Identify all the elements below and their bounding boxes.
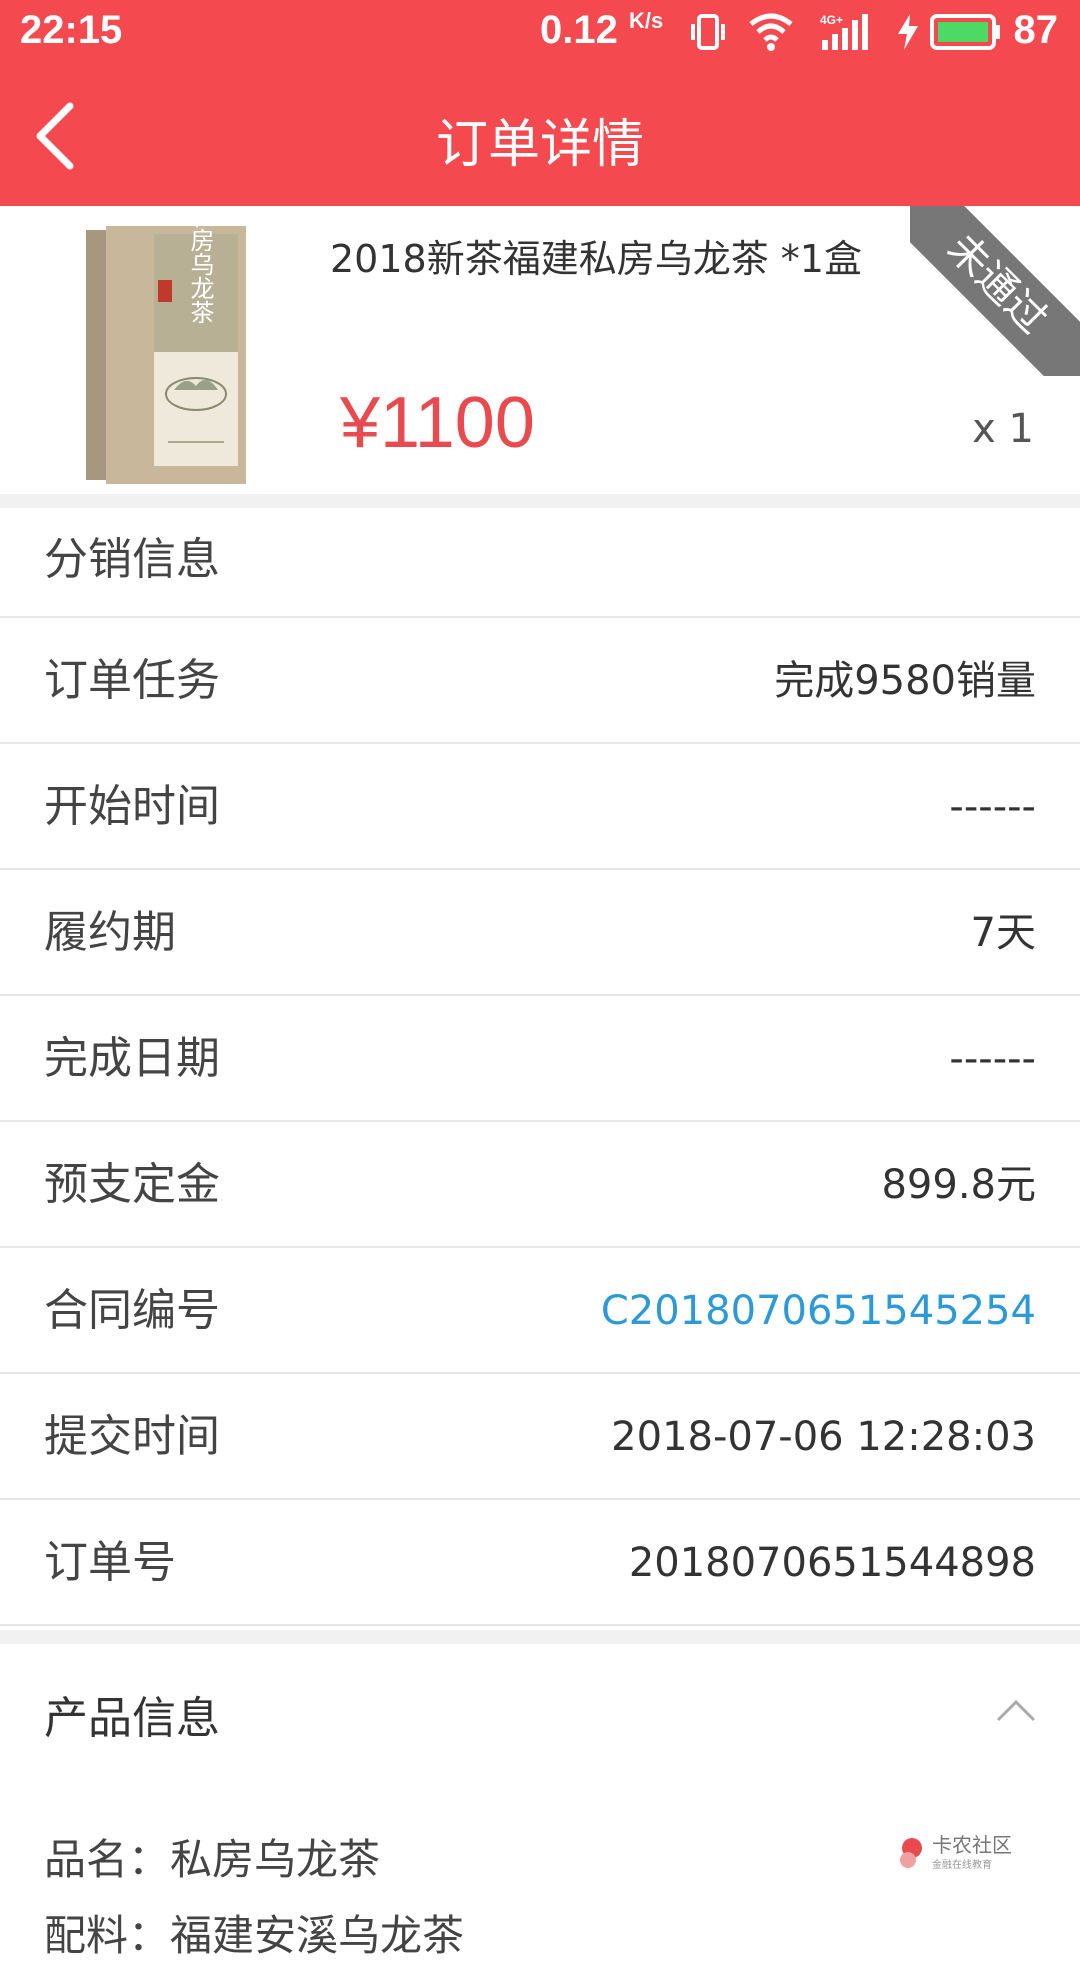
row-value: 7天 <box>970 910 1036 956</box>
charging-icon <box>898 14 918 50</box>
row-completion-date: 完成日期 ------ <box>0 996 1080 1122</box>
watermark-text: 卡农社区 <box>932 1833 1012 1857</box>
row-value: 899.8元 <box>881 1162 1036 1208</box>
status-ribbon-label: 未通过 <box>910 206 1080 376</box>
vibrate-icon <box>691 14 725 50</box>
product-name-line: 品名：私房乌龙茶 <box>44 1835 381 1884</box>
status-time: 22:15 <box>20 8 123 52</box>
watermark-logo: 卡农社区 金融在线教育 <box>900 1833 1012 1871</box>
row-label: 预支定金 <box>44 1159 220 1210</box>
row-value: 完成9580销量 <box>774 658 1036 704</box>
section-title: 产品信息 <box>44 1693 220 1744</box>
box-label: 私房乌龙茶 <box>186 224 214 324</box>
watermark-subtext: 金融在线教育 <box>932 1858 992 1871</box>
network-speed-unit: K/s <box>628 8 664 33</box>
page-title: 订单详情 <box>435 115 644 175</box>
contract-number-link[interactable]: C2018070651545254 <box>601 1248 1036 1374</box>
row-start-time: 开始时间 ------ <box>0 744 1080 870</box>
row-value: ------ <box>949 1036 1036 1082</box>
network-speed: 0.12 K/s <box>540 8 663 53</box>
row-value: 2018070651544898 <box>628 1540 1036 1586</box>
status-bar: 22:15 0.12 K/s 4G+ 87 <box>0 0 1080 66</box>
chevron-up-icon[interactable] <box>994 1696 1038 1726</box>
row-fulfillment-period: 履约期 7天 <box>0 870 1080 996</box>
row-label: 履约期 <box>44 907 176 958</box>
distribution-info: 分销信息 订单任务 完成9580销量 开始时间 ------ 履约期 7天 完成… <box>0 508 1080 1626</box>
signal-4g-icon: 4G+ <box>820 13 868 50</box>
product-name: 2018新茶福建私房乌龙茶 *1盒 <box>330 237 862 281</box>
row-label: 提交时间 <box>44 1411 220 1462</box>
row-order-number: 订单号 2018070651544898 <box>0 1500 1080 1626</box>
battery-level: 87 <box>1013 8 1059 52</box>
section-header-distribution: 分销信息 <box>0 508 1080 618</box>
section-title: 分销信息 <box>44 534 220 585</box>
row-label: 完成日期 <box>44 1033 220 1084</box>
row-order-task: 订单任务 完成9580销量 <box>0 618 1080 744</box>
section-divider <box>0 1630 1080 1644</box>
network-speed-value: 0.12 <box>540 8 618 52</box>
row-deposit: 预支定金 899.8元 <box>0 1122 1080 1248</box>
wifi-icon <box>749 13 793 51</box>
product-ingredients-line: 配料：福建安溪乌龙茶 <box>44 1911 465 1960</box>
row-label: 合同编号 <box>44 1285 220 1336</box>
row-value: ------ <box>949 784 1036 830</box>
row-value: 2018-07-06 12:28:03 <box>611 1414 1036 1460</box>
row-contract-number: 合同编号 C2018070651545254 <box>0 1248 1080 1374</box>
product-card[interactable]: 私房乌龙茶 2018新茶福建私房乌龙茶 *1盒 ¥1100 x 1 未通过 <box>0 206 1080 494</box>
row-label: 订单号 <box>44 1537 176 1588</box>
row-submit-time: 提交时间 2018-07-06 12:28:03 <box>0 1374 1080 1500</box>
svg-text:4G+: 4G+ <box>820 13 843 27</box>
product-info-section: 产品信息 品名：私房乌龙茶 配料：福建安溪乌龙茶 卡农社区 金融在线教育 <box>0 1644 1080 1960</box>
product-price: ¥1100 <box>340 383 535 463</box>
row-label: 开始时间 <box>44 781 220 832</box>
product-quantity: x 1 <box>972 406 1034 452</box>
nav-bar: 订单详情 <box>0 66 1080 206</box>
product-thumbnail: 私房乌龙茶 <box>86 224 246 484</box>
battery-icon <box>930 14 1000 50</box>
row-label: 订单任务 <box>44 655 220 706</box>
status-ribbon: 未通过 <box>910 206 1080 376</box>
section-divider <box>0 494 1080 508</box>
